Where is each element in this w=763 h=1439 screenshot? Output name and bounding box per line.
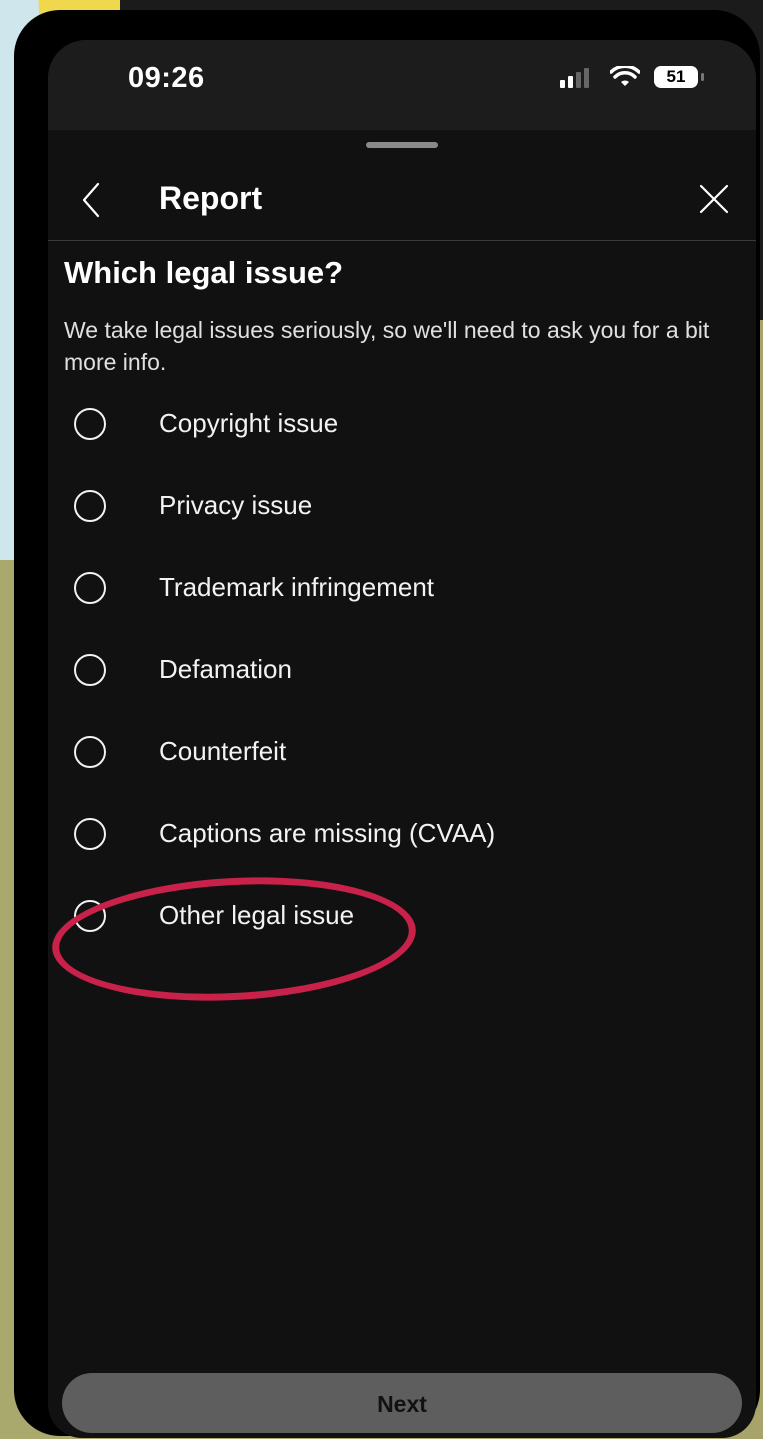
sheet-drag-handle[interactable]	[366, 142, 438, 148]
phone-screen: 09:26 51 Report Which legal issue? We ta…	[48, 40, 756, 1438]
option-privacy-issue[interactable]: Privacy issue	[72, 484, 712, 534]
phone-frame: 09:26 51 Report Which legal issue? We ta…	[14, 10, 760, 1438]
radio-button-icon[interactable]	[74, 408, 106, 440]
option-label: Privacy issue	[159, 490, 313, 520]
option-counterfeit[interactable]: Counterfeit	[72, 730, 712, 780]
option-label: Trademark infringement	[159, 572, 435, 602]
battery-icon: 51	[654, 66, 698, 88]
radio-button-icon[interactable]	[74, 818, 106, 850]
option-defamation[interactable]: Defamation	[72, 648, 712, 698]
radio-button-icon[interactable]	[74, 572, 106, 604]
question-heading: Which legal issue?	[64, 255, 344, 290]
question-description: We take legal issues seriously, so we'll…	[64, 317, 710, 375]
option-copyright-issue[interactable]: Copyright issue	[72, 402, 712, 452]
option-trademark-infringement[interactable]: Trademark infringement	[72, 566, 712, 616]
header-divider	[48, 240, 756, 241]
page-title: Report	[159, 180, 263, 216]
option-label: Counterfeit	[159, 736, 287, 766]
battery-nub	[701, 73, 704, 81]
option-label: Copyright issue	[159, 408, 339, 438]
status-bar: 09:26 51	[48, 40, 756, 130]
highlight-annotation-circle	[49, 868, 419, 1010]
chevron-left-icon[interactable]	[78, 180, 108, 220]
close-icon[interactable]	[698, 183, 730, 215]
option-label: Defamation	[159, 654, 292, 684]
radio-button-icon[interactable]	[74, 490, 106, 522]
option-captions-missing[interactable]: Captions are missing (CVAA)	[72, 812, 712, 862]
radio-button-icon[interactable]	[74, 654, 106, 686]
option-label: Captions are missing (CVAA)	[159, 818, 496, 848]
next-button[interactable]: Next	[62, 1373, 742, 1433]
wifi-icon	[610, 66, 640, 86]
status-time: 09:26	[128, 62, 205, 94]
radio-button-icon[interactable]	[74, 736, 106, 768]
